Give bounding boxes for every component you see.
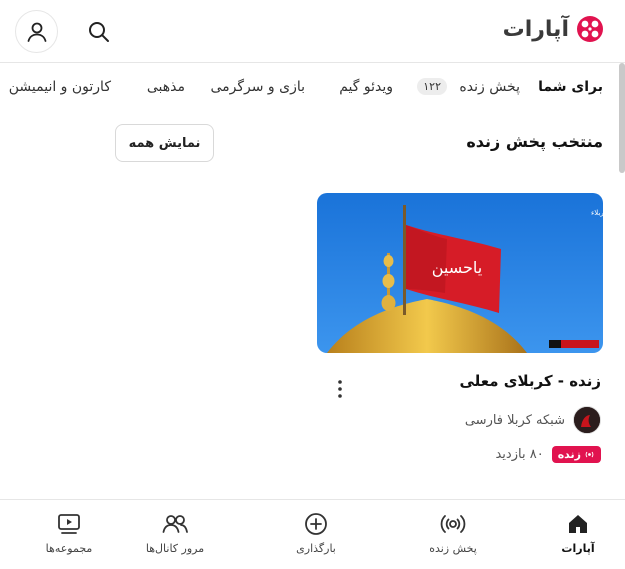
category-tabs: برای شما پخش زنده ۱۲۲ ویدئو گیم بازی و س… (0, 63, 625, 173)
view-count: ۸۰ بازدید (495, 447, 544, 462)
more-vertical-icon (338, 380, 342, 398)
tab-live[interactable]: پخش زنده (459, 79, 520, 95)
nav-collections-label: مجموعه‌ها (45, 542, 93, 555)
aparat-logo-icon (577, 16, 603, 42)
nav-home[interactable]: آپارات (533, 512, 623, 555)
user-icon (27, 22, 46, 42)
video-title[interactable]: زنده - کربلای معلی (459, 372, 601, 390)
tab-games-entertainment[interactable]: بازی و سرگرمی (210, 79, 305, 95)
top-header: آپارات (0, 0, 625, 63)
channel-name[interactable]: شبکه کربلا فارسی (465, 413, 565, 428)
live-badge: زنده (551, 446, 601, 463)
more-options-button[interactable] (330, 378, 350, 400)
section-title: منتخب پخش زنده (466, 132, 603, 151)
account-button[interactable] (15, 10, 58, 53)
nav-upload-label: بارگذاری (296, 542, 336, 555)
video-thumbnail-image: ياحسين كربلاء (317, 193, 603, 353)
show-all-button[interactable]: نمایش همه (115, 124, 214, 162)
video-meta: زنده ۸۰ بازدید (495, 446, 601, 463)
video-thumbnail[interactable]: ياحسين كربلاء (317, 193, 603, 353)
channel-info[interactable]: شبکه کربلا فارسی (465, 406, 601, 434)
channel-avatar[interactable] (573, 406, 601, 434)
live-count-badge: ۱۲۲ (417, 78, 447, 95)
nav-home-label: آپارات (561, 542, 595, 555)
nav-live-label: پخش زنده (429, 542, 477, 555)
playlist-icon (58, 514, 80, 534)
live-broadcast-icon (440, 515, 466, 533)
nav-live[interactable]: پخش زنده (408, 512, 498, 555)
svg-text:كربلاء: كربلاء (591, 209, 603, 217)
search-icon (89, 22, 109, 42)
nav-collections[interactable]: مجموعه‌ها (24, 512, 114, 555)
nav-channels-label: مرور کانال‌ها (145, 542, 205, 555)
bottom-navigation: آپارات پخش زنده بارگذاری مرور کانال‌ها (0, 499, 625, 569)
live-signal-icon (585, 451, 594, 458)
home-icon (569, 515, 587, 533)
channels-icon (162, 515, 188, 533)
tab-cartoon-animation[interactable]: کارتون و انیمیشن (9, 79, 111, 95)
page-scrollbar[interactable] (619, 63, 625, 173)
tab-religious[interactable]: مذهبی (147, 79, 185, 95)
search-button[interactable] (79, 12, 119, 52)
tab-video-game[interactable]: ویدئو گیم (339, 79, 393, 95)
upload-plus-icon (305, 513, 327, 535)
nav-channels[interactable]: مرور کانال‌ها (130, 512, 220, 555)
svg-text:ياحسين: ياحسين (432, 258, 483, 278)
logo-text: آپارات (502, 16, 569, 42)
tab-for-you[interactable]: برای شما (538, 79, 603, 95)
aparat-logo[interactable]: آپارات (503, 14, 605, 44)
nav-upload[interactable]: بارگذاری (271, 512, 361, 555)
channel-avatar-image (574, 407, 600, 433)
live-label: زنده (557, 448, 581, 461)
